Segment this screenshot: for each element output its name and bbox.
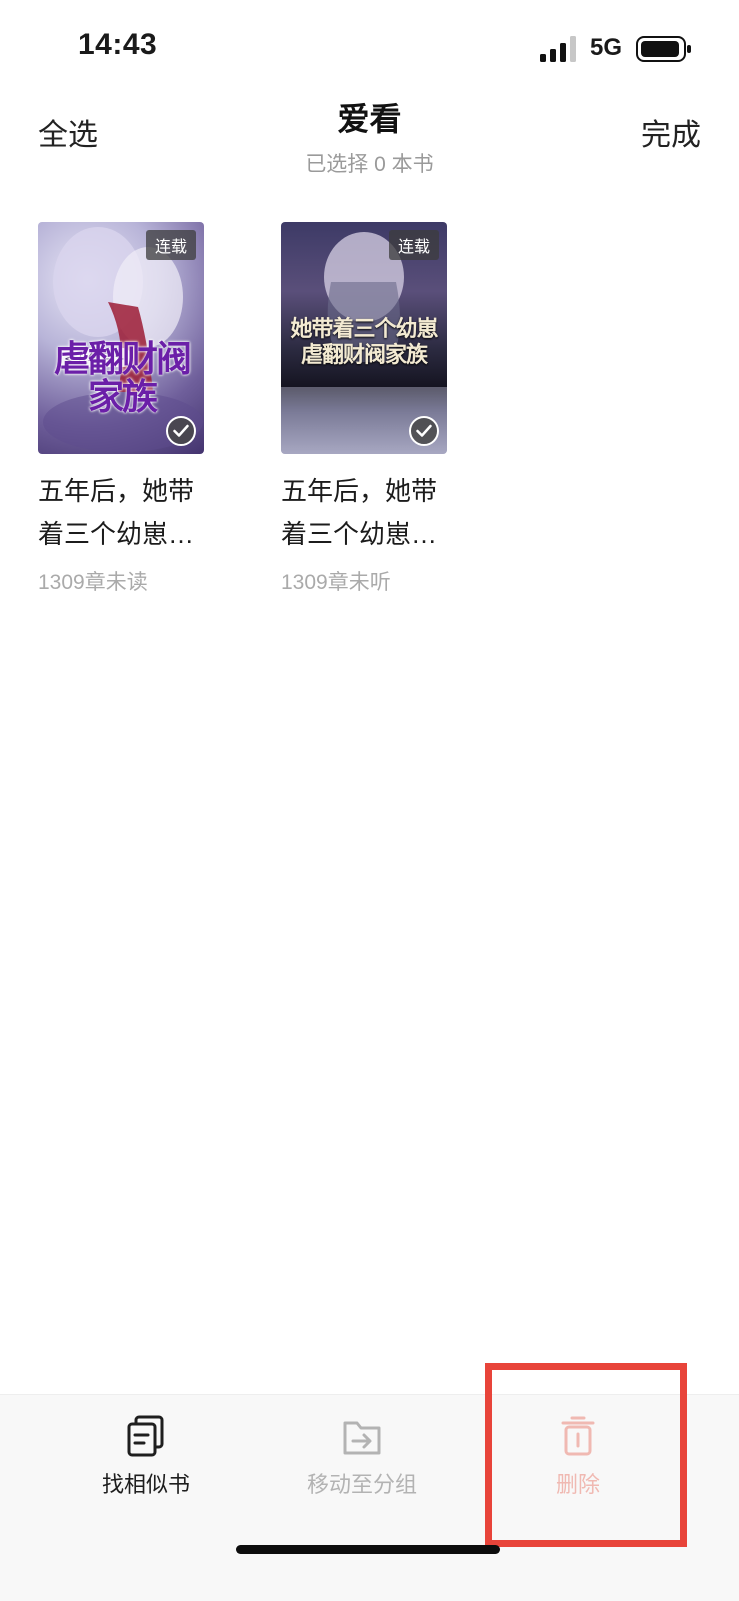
page-title: 爱看 [337,101,402,137]
battery-icon [636,36,691,62]
status-bar: 14:43 5G [0,0,739,90]
header: 全选 爱看 已选择 0 本书 完成 [0,90,739,180]
move-to-group-button[interactable]: 移动至分组 [272,1415,452,1499]
serial-badge: 连载 [388,230,439,260]
book-item[interactable]: 她带着三个幼崽虐翻财阀家族 连载 五年后，她带着三个幼崽… 1309章未听 [281,222,451,596]
network-type: 5G [590,34,623,61]
copy-document-icon [127,1415,164,1457]
book-progress: 1309章未听 [281,571,391,594]
cover-title: 她带着三个幼崽虐翻财阀家族 [290,316,438,368]
check-circle-icon[interactable] [166,416,196,446]
status-time: 14:43 [78,28,158,61]
title-group: 爱看 已选择 0 本书 [0,90,739,178]
signal-icon [540,36,576,62]
book-title[interactable]: 五年后，她带着三个幼崽… [281,470,447,556]
folder-move-icon [343,1421,381,1455]
book-title[interactable]: 五年后，她带着三个幼崽… [38,470,204,556]
book-item[interactable]: <五年后> 虐翻财阀家族 连载 五年后，她带着三个幼崽… 1309章未读 [38,222,208,596]
highlight-annotation [485,1363,687,1547]
book-progress: 1309章未读 [38,571,148,594]
find-similar-button[interactable]: 找相似书 [56,1415,236,1499]
cover-title: 虐翻财阀家族 [53,338,192,418]
done-button[interactable]: 完成 [641,110,701,154]
home-indicator[interactable] [236,1545,500,1554]
serial-badge: 连载 [145,230,196,260]
find-similar-label: 找相似书 [101,1472,190,1497]
check-circle-icon[interactable] [409,416,439,446]
move-to-group-label: 移动至分组 [306,1472,417,1497]
book-cover[interactable]: 她带着三个幼崽虐翻财阀家族 连载 [281,222,447,454]
selected-count: 已选择 0 本书 [305,153,434,176]
book-cover[interactable]: <五年后> 虐翻财阀家族 连载 [38,222,204,454]
